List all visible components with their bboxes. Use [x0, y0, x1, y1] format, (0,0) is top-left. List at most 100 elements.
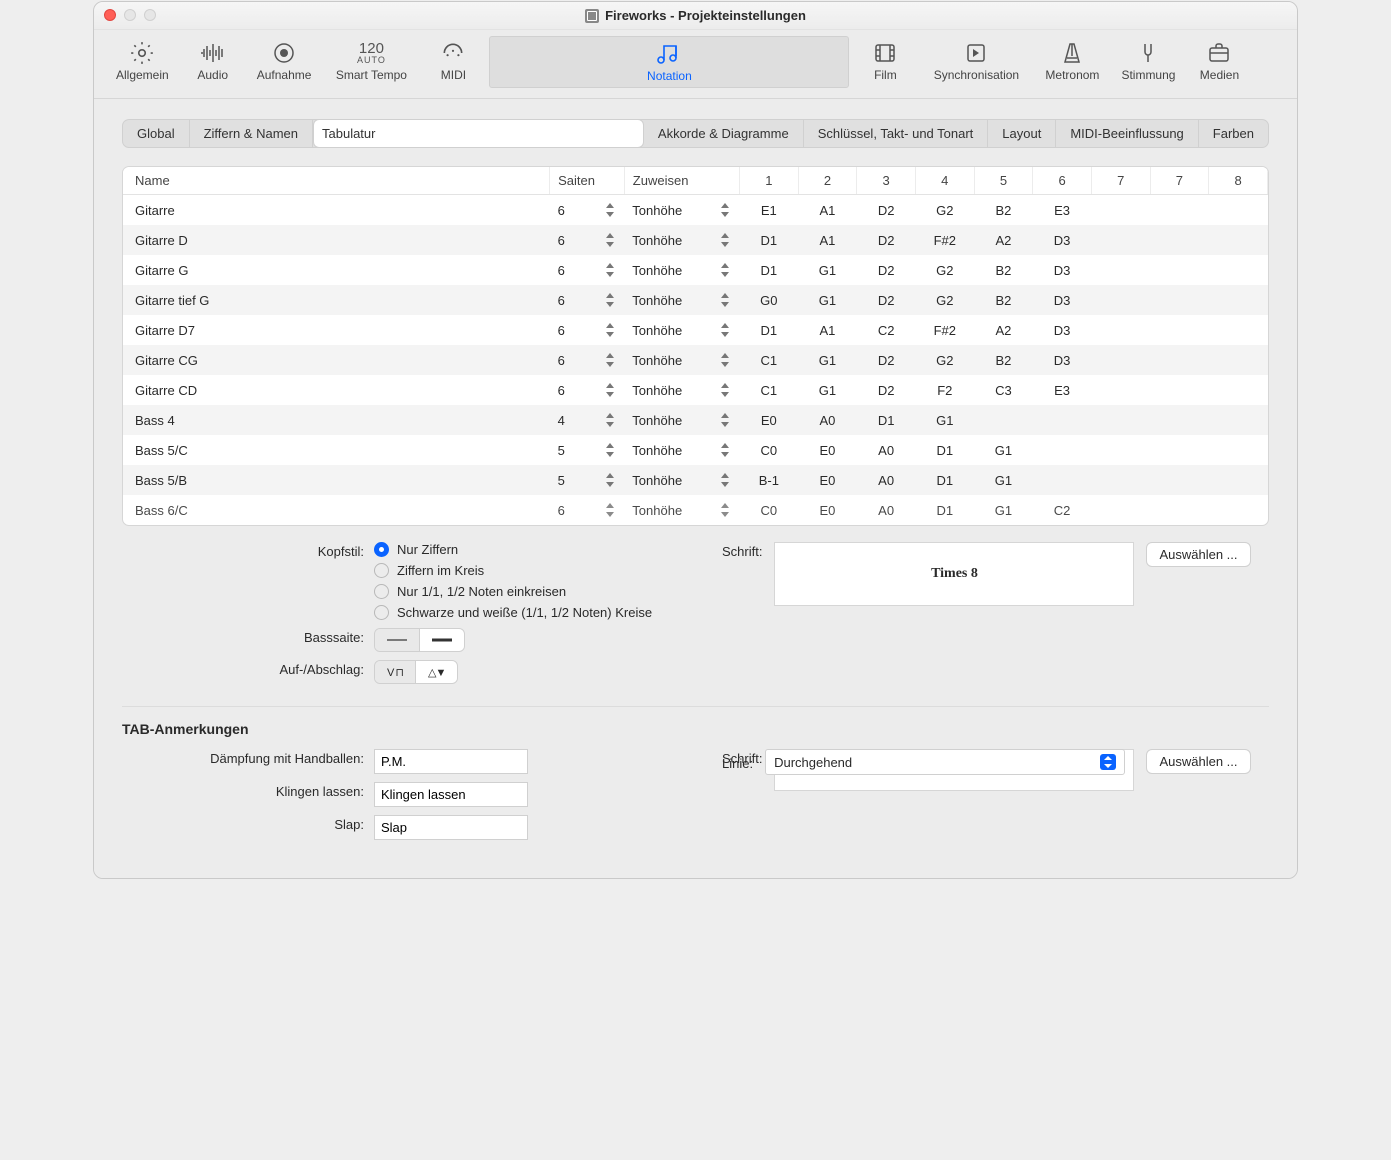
cell-note[interactable] [1091, 465, 1150, 495]
cell-note[interactable] [1209, 465, 1268, 495]
cell-note[interactable] [1091, 225, 1150, 255]
cell-note[interactable]: D2 [857, 225, 916, 255]
cell-assign[interactable]: Tonhöhe [624, 285, 739, 315]
table-row[interactable]: Bass 5/B5TonhöheB-1E0A0D1G1 [123, 465, 1268, 495]
cell-note[interactable]: C1 [739, 345, 798, 375]
cell-note[interactable]: A0 [798, 405, 857, 435]
cell-note[interactable]: D2 [857, 195, 916, 226]
cell-note[interactable] [1091, 375, 1150, 405]
cell-note[interactable]: D3 [1033, 285, 1092, 315]
cell-note[interactable]: G1 [974, 495, 1033, 525]
cell-note[interactable] [1150, 315, 1209, 345]
cell-note[interactable] [1150, 405, 1209, 435]
cell-note[interactable] [1209, 345, 1268, 375]
col-saiten[interactable]: Saiten [550, 167, 625, 195]
stepper-icon[interactable] [719, 202, 731, 218]
cell-name[interactable]: Gitarre G [123, 255, 550, 285]
cell-note[interactable]: G1 [974, 465, 1033, 495]
cell-note[interactable] [1150, 375, 1209, 405]
col-8[interactable]: 8 [1209, 167, 1268, 195]
stepper-icon[interactable] [719, 322, 731, 338]
cell-note[interactable]: D2 [857, 345, 916, 375]
cell-strings[interactable]: 5 [550, 435, 625, 465]
tab-synchronisation[interactable]: Synchronisation [921, 36, 1031, 86]
stepper-icon[interactable] [719, 472, 731, 488]
cell-note[interactable] [1209, 315, 1268, 345]
cell-note[interactable]: E3 [1033, 195, 1092, 226]
cell-note[interactable]: G2 [915, 285, 974, 315]
cell-note[interactable]: A1 [798, 315, 857, 345]
col-6[interactable]: 6 [1033, 167, 1092, 195]
cell-note[interactable]: B2 [974, 195, 1033, 226]
cell-note[interactable] [1150, 495, 1209, 525]
cell-name[interactable]: Gitarre [123, 195, 550, 226]
cell-note[interactable]: D2 [857, 375, 916, 405]
cell-note[interactable]: D3 [1033, 345, 1092, 375]
table-row[interactable]: Gitarre tief G6TonhöheG0G1D2G2B2D3 [123, 285, 1268, 315]
tab-film[interactable]: Film [855, 36, 915, 86]
tab-audio[interactable]: Audio [183, 36, 243, 86]
stepper-icon[interactable] [719, 262, 731, 278]
cell-assign[interactable]: Tonhöhe [624, 495, 739, 525]
table-row[interactable]: Gitarre CG6TonhöheC1G1D2G2B2D3 [123, 345, 1268, 375]
cell-note[interactable] [1033, 405, 1092, 435]
cell-assign[interactable]: Tonhöhe [624, 345, 739, 375]
cell-note[interactable]: D3 [1033, 255, 1092, 285]
cell-note[interactable]: C0 [739, 495, 798, 525]
tab-metronom[interactable]: Metronom [1037, 36, 1107, 86]
cell-note[interactable] [1150, 345, 1209, 375]
cell-strings[interactable]: 4 [550, 405, 625, 435]
cell-note[interactable] [1033, 465, 1092, 495]
subtab-layout[interactable]: Layout [988, 120, 1056, 147]
cell-note[interactable] [1209, 225, 1268, 255]
table-row[interactable]: Gitarre D6TonhöheD1A1D2F#2A2D3 [123, 225, 1268, 255]
slap-input[interactable] [374, 815, 528, 840]
cell-note[interactable]: A1 [798, 195, 857, 226]
stepper-icon[interactable] [719, 412, 731, 428]
stepper-icon[interactable] [604, 292, 616, 308]
tab-stimmung[interactable]: Stimmung [1113, 36, 1183, 86]
cell-note[interactable]: D1 [915, 465, 974, 495]
cell-assign[interactable]: Tonhöhe [624, 375, 739, 405]
table-row[interactable]: Gitarre D76TonhöheD1A1C2F#2A2D3 [123, 315, 1268, 345]
palm-input[interactable] [374, 749, 528, 774]
stepper-icon[interactable] [604, 382, 616, 398]
table-row[interactable]: Gitarre CD6TonhöheC1G1D2F2C3E3 [123, 375, 1268, 405]
cell-note[interactable] [1209, 435, 1268, 465]
cell-note[interactable]: B2 [974, 255, 1033, 285]
aufab-opt-2[interactable]: △▼ [416, 661, 457, 683]
cell-note[interactable] [1150, 225, 1209, 255]
tab-notation[interactable]: Notation [489, 36, 849, 88]
cell-assign[interactable]: Tonhöhe [624, 315, 739, 345]
close-icon[interactable] [104, 9, 116, 21]
col-7b[interactable]: 7 [1150, 167, 1209, 195]
radio-einkreisen[interactable]: Nur 1/1, 1/2 Noten einkreisen [374, 584, 652, 599]
cell-note[interactable] [1091, 255, 1150, 285]
cell-strings[interactable]: 6 [550, 315, 625, 345]
cell-note[interactable]: E3 [1033, 375, 1092, 405]
cell-note[interactable] [1209, 495, 1268, 525]
cell-name[interactable]: Bass 5/C [123, 435, 550, 465]
subtab-tabulatur[interactable]: Tabulatur [313, 119, 644, 148]
cell-note[interactable]: D2 [857, 255, 916, 285]
cell-assign[interactable]: Tonhöhe [624, 255, 739, 285]
cell-name[interactable]: Gitarre CG [123, 345, 550, 375]
cell-note[interactable] [1150, 255, 1209, 285]
cell-note[interactable] [1150, 195, 1209, 226]
cell-strings[interactable]: 6 [550, 345, 625, 375]
basssaite-thick[interactable] [420, 629, 464, 651]
stepper-icon[interactable] [604, 502, 616, 518]
cell-note[interactable] [1033, 435, 1092, 465]
cell-name[interactable]: Bass 4 [123, 405, 550, 435]
ring-input[interactable] [374, 782, 528, 807]
cell-note[interactable]: D3 [1033, 315, 1092, 345]
tab-aufnahme[interactable]: Aufnahme [249, 36, 320, 86]
subtab-schluessel[interactable]: Schlüssel, Takt- und Tonart [804, 120, 989, 147]
cell-note[interactable]: D1 [739, 255, 798, 285]
minimize-icon[interactable] [124, 9, 136, 21]
cell-note[interactable] [1091, 195, 1150, 226]
cell-note[interactable]: D1 [739, 225, 798, 255]
cell-note[interactable]: D1 [915, 495, 974, 525]
cell-note[interactable]: G1 [798, 255, 857, 285]
stepper-icon[interactable] [604, 322, 616, 338]
